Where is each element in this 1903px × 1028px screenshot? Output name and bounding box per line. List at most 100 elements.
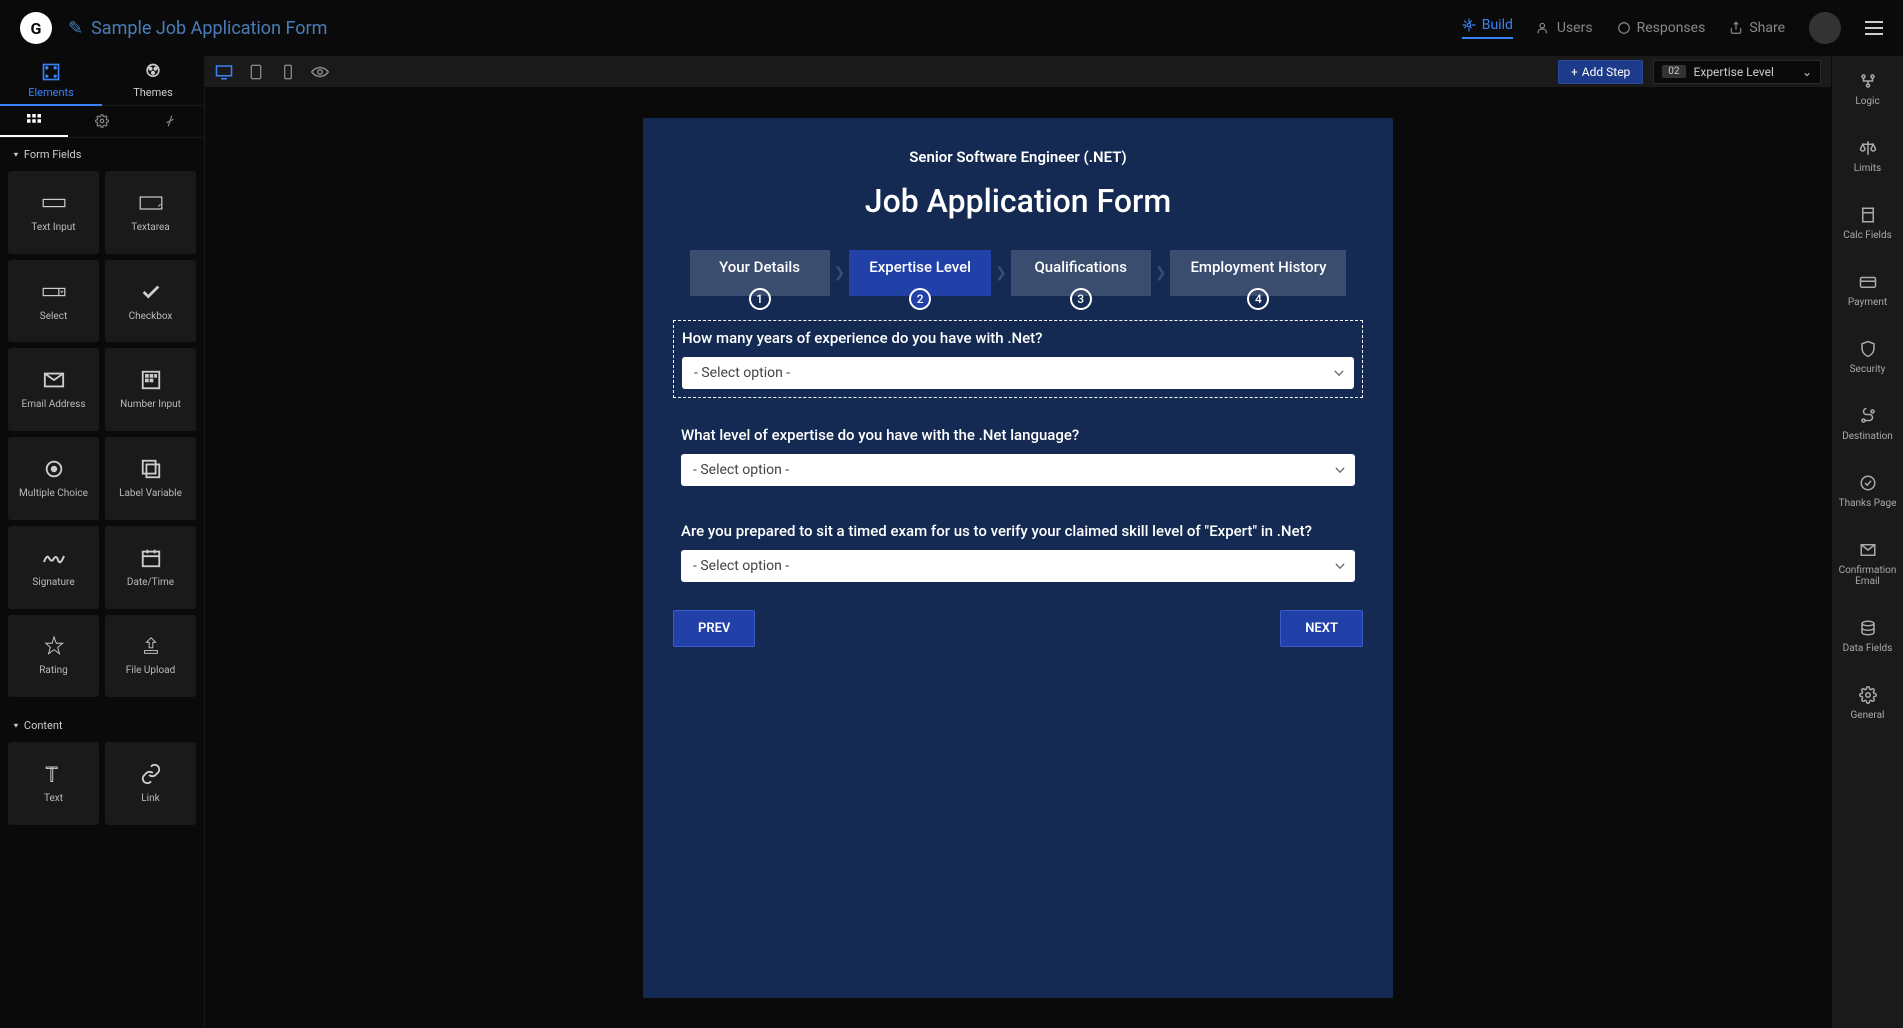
build-icon [1462,18,1476,32]
nav-build[interactable]: Build [1462,17,1513,39]
field-label-variable[interactable]: Label Variable [105,437,196,520]
text-icon: T [42,763,66,785]
next-button[interactable]: NEXT [1280,610,1363,647]
left-subtabs [0,106,204,138]
form-field-experience[interactable]: How many years of experience do you have… [673,320,1363,398]
field-checkbox[interactable]: Checkbox [105,260,196,343]
add-step-button[interactable]: +Add Step [1558,60,1643,84]
step-expertise-level[interactable]: Expertise Level2 [849,250,991,296]
field-rating[interactable]: Rating [8,615,99,698]
select-exam[interactable]: - Select option - [681,550,1355,582]
brush-icon [163,114,177,128]
field-label: What level of expertise do you have with… [681,426,1355,444]
form-title-editor[interactable]: ✎ Sample Job Application Form [68,18,327,39]
canvas-toolbar: +Add Step 02 Expertise Level ⌄ [205,56,1831,88]
link-icon [139,763,163,785]
right-confirmation-email[interactable]: Confirmation Email [1832,525,1903,603]
avatar[interactable] [1809,12,1841,44]
preview-icon[interactable] [311,64,329,80]
select-experience[interactable]: - Select option - [682,357,1354,389]
textarea-icon [139,192,163,214]
grid-icon [27,114,41,128]
form-preview: Senior Software Engineer (.NET) Job Appl… [643,118,1393,998]
shield-icon [1859,340,1877,358]
mail-icon [1859,541,1877,559]
right-destination[interactable]: Destination [1832,391,1903,458]
topbar-left: G ✎ Sample Job Application Form [20,12,327,44]
form-buttons: PREV NEXT [673,610,1363,647]
scales-icon [1859,139,1877,157]
field-label: How many years of experience do you have… [682,329,1354,347]
form-field-exam[interactable]: Are you prepared to sit a timed exam for… [673,514,1363,590]
step-number-badge: 02 [1662,65,1685,78]
step-name-label: Expertise Level [1694,65,1774,79]
right-data-fields[interactable]: Data Fields [1832,603,1903,670]
desktop-icon[interactable] [215,64,233,80]
field-select[interactable]: Select [8,260,99,343]
section-content[interactable]: Content [0,709,204,742]
signature-icon [42,547,66,569]
star-icon [42,635,66,657]
steps-row: Your Details1 ❯ Expertise Level2 ❯ Quali… [673,250,1363,296]
content-link[interactable]: Link [105,742,196,825]
topbar: G ✎ Sample Job Application Form Build Us… [0,0,1903,56]
right-thanks-page[interactable]: Thanks Page [1832,458,1903,525]
tablet-icon[interactable] [247,64,265,80]
nav-users[interactable]: Users [1537,20,1593,36]
card-icon [1859,273,1877,291]
nav-share[interactable]: Share [1729,20,1785,36]
calendar-icon [139,547,163,569]
mobile-icon[interactable] [279,64,297,80]
layers-icon [139,458,163,480]
right-limits[interactable]: Limits [1832,123,1903,190]
right-security[interactable]: Security [1832,324,1903,391]
content-text[interactable]: TText [8,742,99,825]
step-employment-history[interactable]: Employment History4 [1170,250,1346,296]
form-field-expertise[interactable]: What level of expertise do you have with… [673,418,1363,494]
topbar-right: Build Users Responses Share [1462,12,1883,44]
field-multiple-choice[interactable]: Multiple Choice [8,437,99,520]
field-text-input[interactable]: Text Input [8,171,99,254]
field-datetime[interactable]: Date/Time [105,526,196,609]
menu-icon[interactable] [1865,21,1883,35]
gear-icon [1859,686,1877,704]
field-file-upload[interactable]: File Upload [105,615,196,698]
left-panel: Elements Themes Form Fields Text Input T… [0,56,205,1028]
left-scroll[interactable]: Form Fields Text Input Textarea Select C… [0,138,204,1028]
text-input-icon [42,192,66,214]
right-calc-fields[interactable]: Calc Fields [1832,190,1903,257]
right-general[interactable]: General [1832,670,1903,737]
logo[interactable]: G [20,12,52,44]
right-logic[interactable]: Logic [1832,56,1903,123]
select-icon [42,281,66,303]
canvas-area: +Add Step 02 Expertise Level ⌄ Senior So… [205,56,1831,1028]
nav-responses[interactable]: Responses [1617,20,1706,36]
share-icon [1729,21,1743,35]
form-subtitle: Senior Software Engineer (.NET) [673,148,1363,166]
field-signature[interactable]: Signature [8,526,99,609]
field-email[interactable]: Email Address [8,348,99,431]
subtab-style[interactable] [136,106,204,137]
tab-elements[interactable]: Elements [0,56,102,106]
step-qualifications[interactable]: Qualifications3 [1011,250,1151,296]
select-expertise[interactable]: - Select option - [681,454,1355,486]
step-selector[interactable]: 02 Expertise Level ⌄ [1653,60,1821,84]
email-icon [42,369,66,391]
field-textarea[interactable]: Textarea [105,171,196,254]
tab-themes[interactable]: Themes [102,56,204,106]
section-form-fields[interactable]: Form Fields [0,138,204,171]
chevron-right-icon: ❯ [1155,265,1167,281]
canvas[interactable]: Senior Software Engineer (.NET) Job Appl… [205,88,1831,1028]
prev-button[interactable]: PREV [673,610,755,647]
step-your-details[interactable]: Your Details1 [690,250,830,296]
form-main-title: Job Application Form [673,182,1363,220]
subtab-settings[interactable] [68,106,136,137]
radio-icon [42,458,66,480]
right-payment[interactable]: Payment [1832,257,1903,324]
check-circle-icon [1859,474,1877,492]
subtab-grid[interactable] [0,106,68,137]
field-number[interactable]: Number Input [105,348,196,431]
toolbar-right: +Add Step 02 Expertise Level ⌄ [1558,60,1821,84]
elements-icon [41,62,61,82]
left-tabs: Elements Themes [0,56,204,106]
